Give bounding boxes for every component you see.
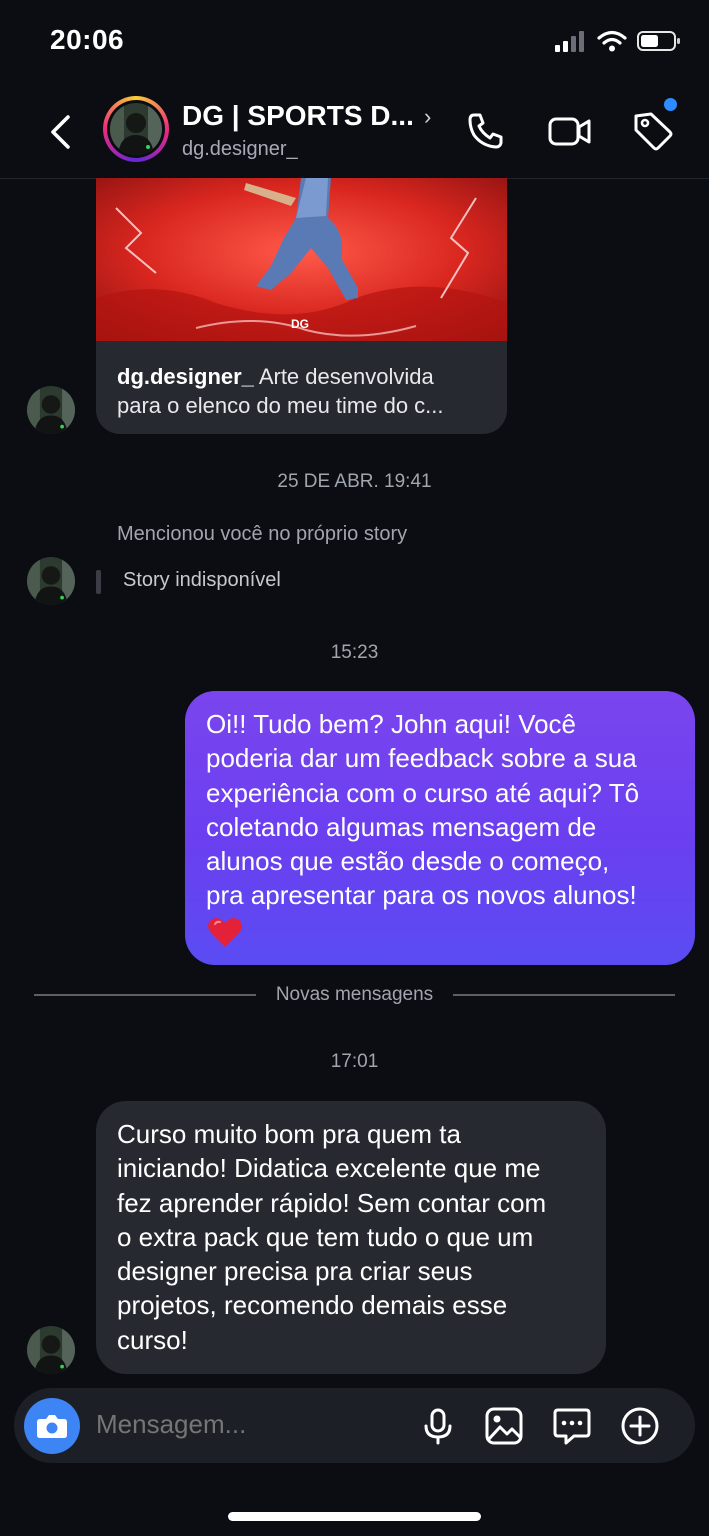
message-line: Curso muito bom pra quem ta xyxy=(117,1119,461,1149)
camera-icon xyxy=(37,1415,67,1438)
chat-sticker-icon[interactable] xyxy=(552,1406,592,1446)
incoming-message-bubble[interactable]: Curso muito bom pra quem ta iniciando! D… xyxy=(96,1101,606,1374)
chevron-right-icon[interactable]: › xyxy=(424,104,431,130)
message-line: pra apresentar para os novos alunos! xyxy=(206,880,637,911)
plus-circle-icon[interactable] xyxy=(620,1406,660,1446)
message-line: o extra pack que tem tudo o que um xyxy=(117,1221,534,1252)
timestamp: 25 DE ABR. 19:41 xyxy=(277,471,432,492)
battery-icon xyxy=(637,31,680,51)
story-reply-bar xyxy=(96,570,101,594)
home-indicator[interactable] xyxy=(228,1512,481,1521)
profile-photo xyxy=(110,103,162,155)
message-line: alunos que estão desde o começo, xyxy=(206,846,610,877)
outgoing-message-text: Oi!! Tudo bem? John aqui! Você poderia d… xyxy=(206,707,676,913)
message-line: projetos, recomendo demais esse xyxy=(117,1290,508,1321)
message-input[interactable] xyxy=(96,1409,396,1440)
phone-icon[interactable] xyxy=(465,110,507,152)
sender-avatar[interactable] xyxy=(27,1326,75,1374)
incoming-message-text: Curso muito bom pra quem ta iniciando! D… xyxy=(117,1117,587,1357)
timestamp: 17:01 xyxy=(330,1051,379,1072)
message-line: fez aprender rápido! Sem contar com xyxy=(117,1187,547,1218)
post-caption-line2: para o elenco do meu time do c... xyxy=(117,393,444,418)
header-avatar[interactable] xyxy=(103,96,169,162)
camera-button[interactable] xyxy=(24,1398,80,1454)
video-camera-icon[interactable] xyxy=(548,110,592,152)
tag-icon[interactable] xyxy=(632,110,674,152)
profile-photo xyxy=(27,386,75,434)
status-time: 20:06 xyxy=(50,24,125,55)
sender-avatar[interactable] xyxy=(27,386,75,434)
post-logo: DG xyxy=(291,317,309,331)
message-line: Oi!! Tudo bem? John aqui! Você xyxy=(206,709,577,739)
new-messages-divider: Novas mensagens xyxy=(275,984,434,1005)
image-icon[interactable] xyxy=(484,1406,524,1446)
wifi-icon xyxy=(597,30,627,52)
signal-icon xyxy=(555,31,584,52)
chat-title[interactable]: DG | SPORTS D... xyxy=(182,100,414,132)
story-mention-label: Mencionou você no próprio story xyxy=(117,523,408,545)
chevron-left-icon[interactable] xyxy=(46,114,76,150)
post-author[interactable]: dg.designer_ xyxy=(117,364,254,389)
story-unavailable: Story indisponível xyxy=(123,569,281,591)
message-line: curso! xyxy=(117,1324,188,1355)
message-line: iniciando! Didatica excelente que me xyxy=(117,1153,541,1184)
shared-post-card[interactable]: DG dg.designer_ Arte desenvolvida para o… xyxy=(96,178,507,434)
profile-photo xyxy=(27,1326,75,1374)
message-line: experiência com o curso até aqui? Tô xyxy=(206,777,640,808)
message-line: coletando algumas mensagem de xyxy=(206,811,597,842)
sender-avatar[interactable] xyxy=(27,557,75,605)
notification-dot xyxy=(664,98,677,111)
message-line: poderia dar um feedback sobre a sua xyxy=(206,743,637,774)
post-image: DG xyxy=(96,178,507,341)
post-caption-line1: Arte desenvolvida xyxy=(253,364,434,389)
chat-username[interactable]: dg.designer_ xyxy=(182,138,298,161)
message-line: designer precisa pra criar seus xyxy=(117,1256,473,1287)
status-icons xyxy=(555,30,681,52)
post-caption: dg.designer_ Arte desenvolvida para o el… xyxy=(117,362,492,420)
outgoing-message-bubble[interactable]: Oi!! Tudo bem? John aqui! Você poderia d… xyxy=(185,691,695,965)
profile-photo xyxy=(27,557,75,605)
heart-emoji-icon xyxy=(208,918,242,947)
timestamp: 15:23 xyxy=(330,642,379,663)
microphone-icon[interactable] xyxy=(418,1406,458,1446)
